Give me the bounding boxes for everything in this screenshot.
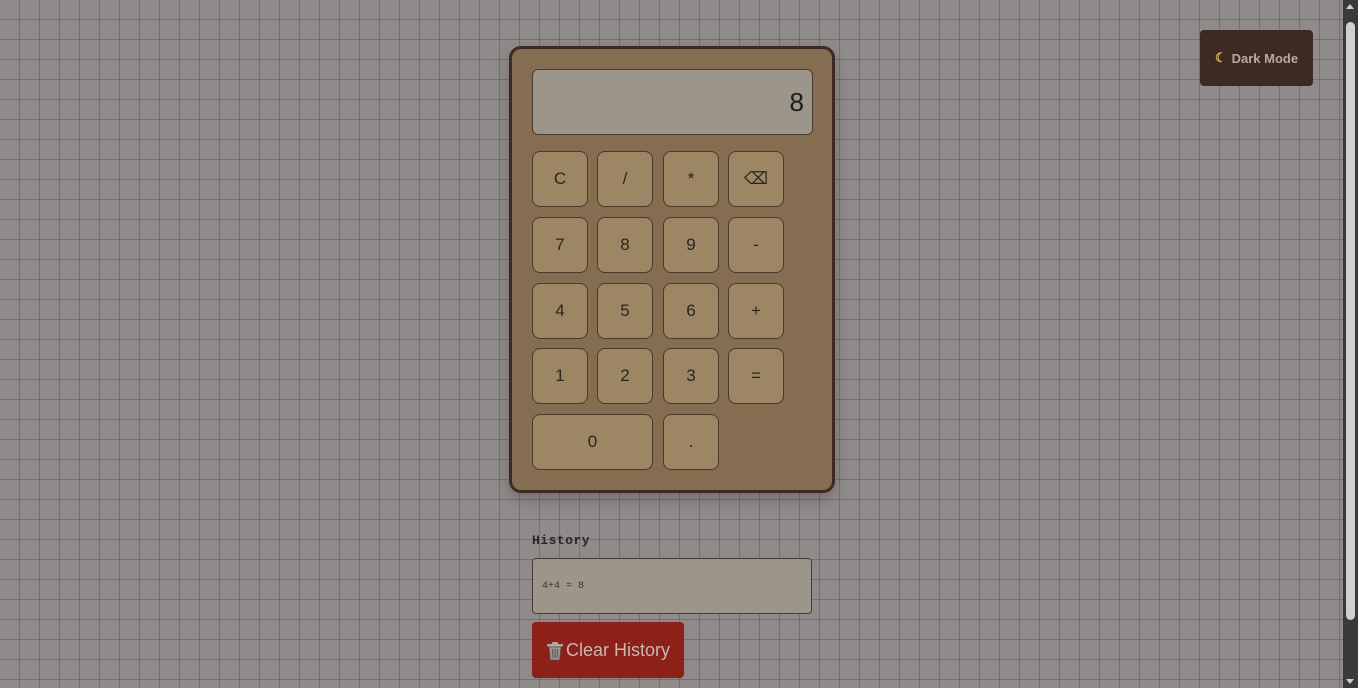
dark-mode-label: Dark Mode [1231,50,1299,66]
scroll-down-icon[interactable] [1346,679,1354,684]
nine-key[interactable]: 9 [663,217,719,273]
dark-mode-toggle[interactable]: ☾ Dark Mode [1200,30,1313,86]
multiply-key[interactable]: * [663,151,719,207]
history-entry: 4+4 = 8 [542,580,585,592]
backspace-key[interactable]: ⌫ [728,151,784,207]
clear-key[interactable]: C [532,151,588,207]
plus-key[interactable]: + [728,283,784,339]
trash-icon [546,641,563,661]
five-key[interactable]: 5 [597,283,653,339]
decimal-key[interactable]: . [663,414,719,470]
scroll-up-icon[interactable] [1346,4,1354,9]
history-title: History [532,533,591,548]
six-key[interactable]: 6 [663,283,719,339]
clear-history-label: Clear History [565,639,671,660]
one-key[interactable]: 1 [532,348,588,404]
minus-key[interactable]: - [728,217,784,273]
zero-key[interactable]: 0 [532,414,653,470]
clear-history-button[interactable]: Clear History [532,622,684,678]
eight-key[interactable]: 8 [597,217,653,273]
seven-key[interactable]: 7 [532,217,588,273]
divide-key[interactable]: / [597,151,653,207]
calculator: 8 C / * ⌫ 7 8 9 - 4 5 6 + 1 2 3 = 0 . [509,46,835,493]
scrollbar-thumb[interactable] [1346,22,1355,620]
calculator-display: 8 [532,69,813,135]
four-key[interactable]: 4 [532,283,588,339]
three-key[interactable]: 3 [663,348,719,404]
history-list: 4+4 = 8 [532,558,812,614]
equals-key[interactable]: = [728,348,784,404]
two-key[interactable]: 2 [597,348,653,404]
vertical-scrollbar[interactable] [1343,0,1358,688]
moon-icon: ☾ [1214,50,1227,65]
